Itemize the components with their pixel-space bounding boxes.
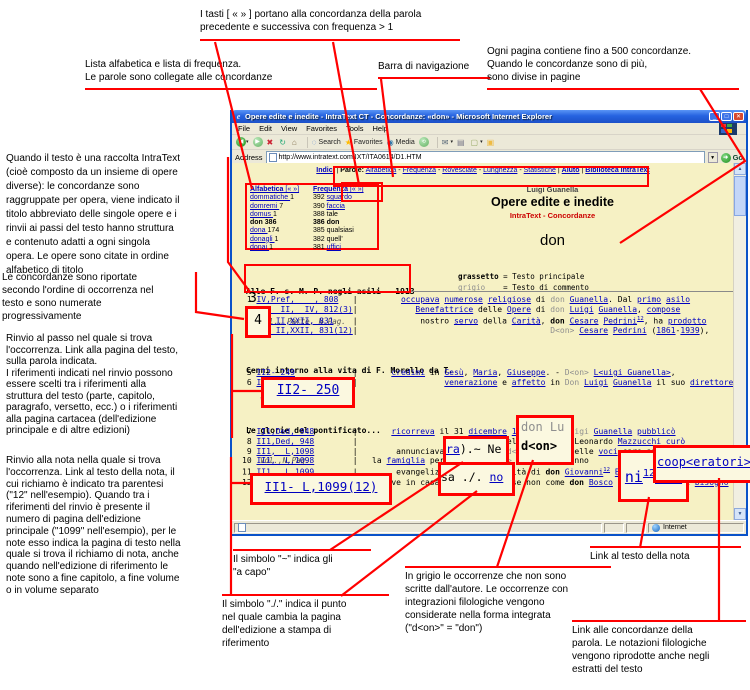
note-page-size: Ogni pagina contiene fino a 500 concorda… [487,45,739,90]
note-word-lists: Lista alfabetica e lista di frequenza. L… [85,58,377,90]
note-navigation-bar: Barra di navigazione [378,60,490,79]
refresh-icon[interactable]: ↻ [279,138,288,147]
annotated-screenshot-canvas: I tasti [ « » ] portano alla concordanza… [0,0,750,690]
word-list-item[interactable]: donai 1 [250,244,299,252]
menu-tools[interactable]: Tools [346,124,364,133]
menu-bar: File Edit View Favorites Tools Help [232,123,746,135]
passage-reference-link[interactable]: II1, L,1098 [256,447,314,456]
edit-icon[interactable]: ▢▾ [471,138,483,147]
menu-edit[interactable]: Edit [259,124,272,133]
menu-favorites[interactable]: Favorites [306,124,337,133]
title-bar[interactable]: e Opere edite e inedite - IntraText CT -… [232,110,746,123]
concordance-rows-1[interactable]: 1 IV,Pref, , 808 | occupava numerose rel… [242,295,709,336]
note-passage-link: Rinvio al passo nel quale si trova l'occ… [6,333,232,437]
magnified-row-number-3: 3 [249,291,257,306]
magnified-don-notation: don Lu d<on> [516,415,574,465]
passage-reference-link[interactable]: II1,Ded, 948 [256,427,314,436]
address-label: Address [235,153,263,162]
status-bar: Internet [232,520,746,534]
ie-page-icon: e [234,112,243,121]
history-icon[interactable]: ⟲ [419,137,429,147]
toolbar-separator [307,137,308,148]
passage-reference-link[interactable]: II1, L,1098 [256,456,314,465]
window-title: Opere edite e inedite - IntraText CT - C… [243,112,708,121]
intratext-concordanze-label: IntraText - Concordanze [380,211,725,220]
messenger-icon[interactable]: ▣ [487,138,497,147]
concordance-row: 3 IV, II,XXII, 831 | nostro servo della … [242,315,709,326]
concordance-row: 2 IV, II, IV, 812(3)| Benefattrice delle… [242,305,709,315]
note-order: Le concordanze sono riportate secondo l'… [2,271,202,323]
scroll-up-icon[interactable]: ▲ [734,163,746,175]
go-button[interactable]: ➜Go [721,153,743,163]
word-list-item[interactable]: 385 qualsiasi [313,227,364,235]
magnified-coop-notation[interactable]: coop<eratori> [653,445,750,483]
document-icon [238,523,246,532]
note-note-text-link: Link al testo della nota [590,546,741,563]
concordance-row: 1 IV,Pref, , 808 | occupava numerose rel… [242,295,709,305]
word-list-item[interactable]: domus 1 [250,211,299,219]
highlight-section-title [244,264,411,293]
magnified-pagebreak-symbol: sa ./. no [438,462,515,496]
status-zone: Internet [663,524,687,531]
note-word-concordance-link: Link alle concordanze della parola. Le n… [572,620,746,676]
word-list-item[interactable]: 388 tale [313,211,364,219]
magnified-row-number-4: 4 [245,306,271,338]
word-list-item[interactable]: 382 quell' [313,236,364,244]
scrollbar-thumb[interactable] [734,176,746,216]
page-icon [269,153,277,162]
note-prev-next-keys: I tasti [ « » ] portano alla concordanza… [200,8,460,41]
passage-reference-link[interactable]: II1,Ded, 948 [256,437,314,446]
search-button[interactable]: ◌Search [312,138,341,147]
maximize-button[interactable]: □ [721,112,732,121]
page-header: Luigi Guanella Opere edite e inedite Int… [380,185,725,249]
scroll-down-icon[interactable]: ▼ [734,508,746,520]
magnified-reference-II1-L-1099[interactable]: II1- L,1099(12) [250,473,392,505]
passage-reference-link[interactable]: IV,Pref, , 808 [256,295,338,304]
word-list-item[interactable]: dona 174 [250,227,299,235]
prev-next-word-buttons[interactable]: [« »] [283,186,299,193]
mail-icon[interactable]: ✉▾ [442,138,453,147]
passage-reference-link[interactable]: II2- 249 [256,368,295,377]
print-icon[interactable]: ▤ [457,138,467,147]
keyword-title: don [380,232,725,249]
windows-logo-icon [719,123,737,135]
toolbar: ◀▾ ▶ ✖ ↻ ⌂ ◌Search ★Favorites ◉Media ⟲ ✉… [232,135,746,150]
word-list-item[interactable]: 390 faccia [313,203,364,211]
toolbar-separator [437,137,438,148]
work-title: Opere edite e inedite [380,195,725,209]
word-list-item[interactable]: donagli 1 [250,236,299,244]
note-pagebreak-symbol: Il simbolo "./." indica il punto nel qua… [222,594,389,650]
magnified-reference-II2-250[interactable]: II2- 250 [261,377,355,408]
menu-help[interactable]: Help [373,124,388,133]
note-tilde-symbol: Il simbolo "~" indica gli "a capo" [233,549,371,579]
back-button[interactable]: ◀▾ [236,137,249,147]
internet-zone-icon [652,524,660,532]
address-dropdown[interactable]: ▼ [708,152,718,163]
word-list-item[interactable]: domremi 7 [250,203,299,211]
word-list-item[interactable]: don 386 [250,219,299,227]
menu-view[interactable]: View [281,124,297,133]
forward-button[interactable]: ▶ [253,137,263,147]
close-button[interactable]: ✕ [733,112,744,121]
note-footnote-link: Rinvio alla nota nella quale si trova l'… [6,455,234,597]
menu-file[interactable]: File [238,124,250,133]
home-icon[interactable]: ⌂ [292,138,299,147]
note-collection: Quando il testo è una raccolta IntraText… [6,152,234,278]
concordance-row: 4 IV, II,XXII, 831(12)| D<on> Cesare Ped… [242,326,709,336]
favorites-button[interactable]: ★Favorites [345,138,383,147]
media-button[interactable]: ◉Media [387,138,415,147]
highlight-prev-next-buttons [341,182,383,202]
word-list-item[interactable]: 381 uffici [313,244,364,252]
word-list-item[interactable]: 386 don [313,219,364,227]
minimize-button[interactable]: _ [709,112,720,121]
word-list-item[interactable]: dommatiche 1 [250,194,299,202]
alphabetical-list[interactable]: Alfabetica [« »]dommatiche 1domremi 7dom… [250,186,299,252]
stop-icon[interactable]: ✖ [267,138,276,147]
